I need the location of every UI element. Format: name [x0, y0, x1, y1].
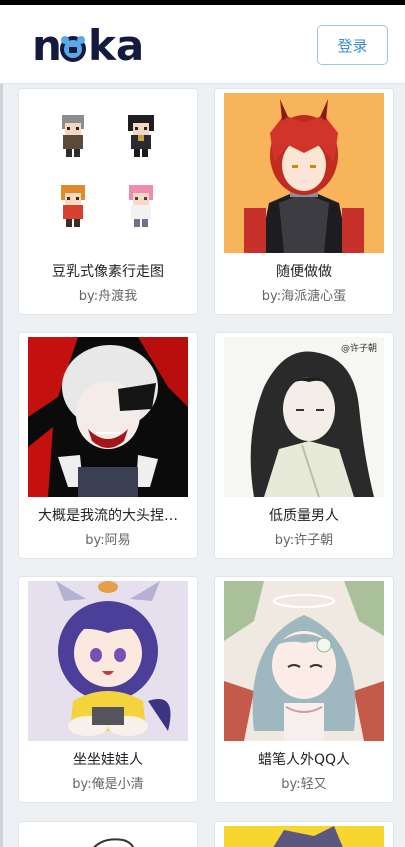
artwork-thumbnail [28, 337, 188, 497]
artwork-card[interactable]: 随便做做 by:海派溏心蛋 [214, 88, 394, 315]
svg-text:n: n [32, 23, 62, 67]
artwork-author[interactable]: by:阿易 [19, 529, 197, 548]
top-header: n ka 登录 [0, 5, 405, 84]
artwork-title: 豆乳式像素行走图 [52, 264, 164, 280]
svg-text:ka: ka [88, 23, 144, 67]
artwork-thumbnail [224, 337, 384, 497]
artwork-thumbnail [224, 826, 384, 847]
artwork-thumbnail [224, 93, 384, 253]
app-frame: n ka 登录 豆乳式像素行走图 by:舟渡我 随便做做 by:海派溏心蛋 大概… [0, 5, 405, 847]
artwork-grid: 豆乳式像素行走图 by:舟渡我 随便做做 by:海派溏心蛋 大概是我流的大头捏…… [0, 84, 405, 847]
artwork-author[interactable]: by:轻又 [215, 773, 393, 792]
artwork-author[interactable]: by:许子朝 [215, 529, 393, 548]
artwork-card[interactable]: 坐坐娃娃人 by:俺是小清 [18, 576, 198, 803]
artwork-author[interactable]: by:舟渡我 [19, 285, 197, 304]
artwork-card[interactable]: 豆乳式像素行走图 by:舟渡我 [18, 88, 198, 315]
artwork-title: 坐坐娃娃人 [73, 752, 143, 768]
artwork-thumbnail [28, 581, 188, 741]
artist-signature: @许子朝 [341, 344, 378, 354]
artwork-title: 低质量男人 [269, 508, 339, 524]
scroll-edge [0, 84, 3, 847]
artwork-author[interactable]: by:海派溏心蛋 [215, 285, 393, 304]
artwork-card[interactable] [18, 821, 198, 847]
artwork-card[interactable]: @许子朝 低质量男人 by:许子朝 [214, 332, 394, 559]
artwork-thumbnail [224, 581, 384, 741]
artwork-card[interactable] [214, 821, 394, 847]
artwork-title: 蜡笔人外QQ人 [257, 752, 351, 768]
artwork-thumbnail [28, 93, 188, 253]
artwork-title: 大概是我流的大头捏… [38, 508, 178, 524]
artwork-title: 随便做做 [276, 264, 332, 280]
login-button[interactable]: 登录 [317, 25, 388, 65]
noka-logo[interactable]: n ka [32, 23, 144, 67]
artwork-author[interactable]: by:俺是小清 [19, 773, 197, 792]
logo-wordmark-icon: n ka [32, 23, 144, 67]
artwork-thumbnail [28, 826, 188, 847]
artwork-card[interactable]: 蜡笔人外QQ人 by:轻又 [214, 576, 394, 803]
artwork-card[interactable]: 大概是我流的大头捏… by:阿易 [18, 332, 198, 559]
